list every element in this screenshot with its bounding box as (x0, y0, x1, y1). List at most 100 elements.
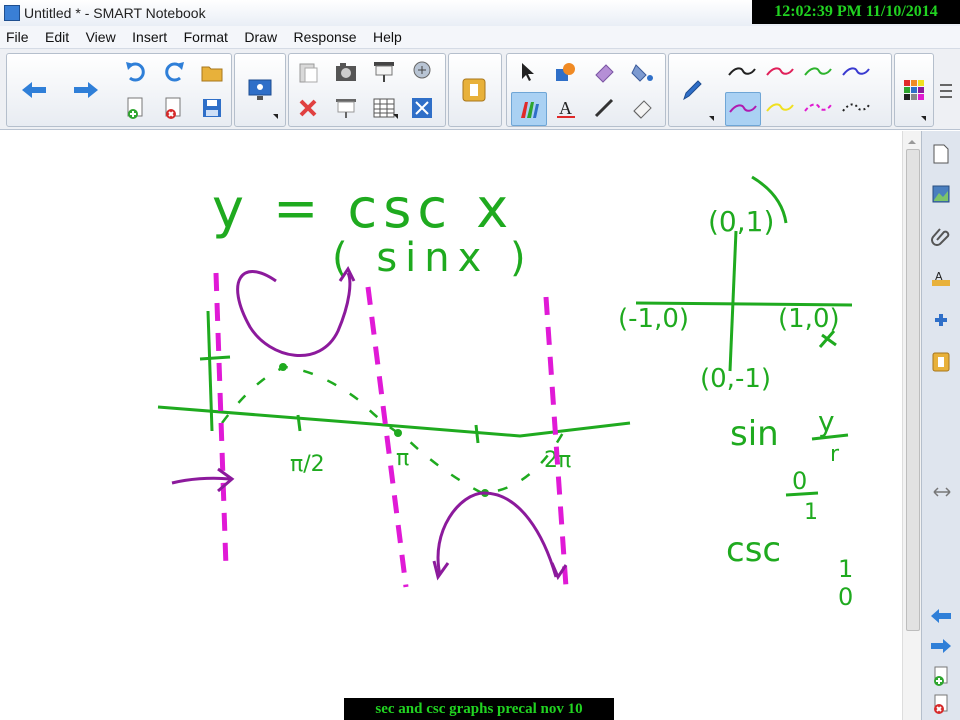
video-caption: sec and csc graphs precal nov 10 (344, 698, 614, 720)
label-pi-half: π/2 (290, 452, 325, 477)
whiteboard-canvas[interactable]: y = csc x ( sinx ) π/2 π 2π (0,1) (-1,0)… (0, 131, 902, 720)
open-folder-icon[interactable] (195, 56, 229, 88)
eraser-icon[interactable] (625, 92, 659, 124)
delete-page-icon[interactable] (157, 92, 191, 124)
label-pi: π (396, 446, 409, 471)
forward-arrow-icon[interactable] (69, 74, 103, 106)
toolbar-group-pens (668, 53, 892, 127)
toolbar-group-navigation (6, 53, 232, 127)
fill-icon[interactable] (625, 56, 659, 88)
equation-paren: ( sinx ) (332, 235, 534, 281)
window-title: Untitled * - SMART Notebook (24, 5, 206, 21)
ink-layer: y = csc x ( sinx ) π/2 π 2π (0,1) (-1,0)… (157, 175, 853, 611)
eraser-tool-icon[interactable] (587, 56, 621, 88)
properties-icon[interactable]: A (926, 263, 956, 293)
addons-icon[interactable] (926, 305, 956, 335)
dropdown-arrow-icon[interactable] (709, 116, 714, 121)
sin-frac-num: y (818, 405, 835, 438)
pen-stroke-yellow-icon[interactable] (763, 92, 797, 124)
vertical-scrollbar[interactable] (902, 131, 921, 720)
pen-stroke-purple-icon[interactable] (725, 92, 761, 126)
menu-view[interactable]: View (80, 26, 122, 45)
asymptote-lines (213, 272, 569, 588)
menu-draw[interactable]: Draw (238, 26, 283, 45)
sin-frac-den: r (830, 442, 840, 467)
point-top: (0,1) (708, 205, 774, 238)
gallery-icon[interactable] (926, 179, 956, 209)
prev-page-icon[interactable] (926, 601, 956, 631)
line-icon[interactable] (587, 92, 621, 124)
pen-stroke-green-icon[interactable] (801, 56, 835, 88)
sin-label: sin (730, 414, 779, 454)
attachments-icon[interactable] (926, 221, 956, 251)
equation-main: y = csc x (212, 177, 514, 240)
add-page-icon[interactable] (119, 92, 153, 124)
resize-handle-icon[interactable] (932, 485, 952, 499)
pen-stroke-black-icon[interactable] (725, 56, 759, 88)
table-icon[interactable] (367, 92, 401, 124)
screen-shade-icon[interactable] (367, 56, 401, 88)
point-left: (-1,0) (618, 304, 689, 334)
pen-stroke-magenta-dashed-icon[interactable] (801, 92, 835, 124)
toolbar-overflow-icon[interactable] (936, 79, 956, 103)
next-page-icon[interactable] (926, 631, 956, 661)
response-icon[interactable] (926, 347, 956, 377)
unit-circle-horizontal-axis (635, 301, 853, 307)
page-sorter-icon[interactable] (926, 139, 956, 169)
toolbar-group-tools: A (506, 53, 666, 127)
toolbar-group-edit (288, 53, 446, 127)
sin-val-den: 1 (804, 500, 818, 525)
search-icon[interactable] (405, 56, 439, 88)
menu-response[interactable]: Response (288, 26, 363, 45)
point-right: (1,0) (778, 304, 840, 334)
magic-pen-icon[interactable] (511, 92, 547, 126)
menu-bar: File Edit View Insert Format Draw Respon… (0, 26, 960, 49)
redo-icon[interactable] (157, 56, 191, 88)
dropdown-arrow-icon[interactable] (393, 114, 398, 119)
pen-icon[interactable] (675, 74, 709, 106)
text-icon[interactable]: A (549, 92, 583, 124)
toolbar-group-share (234, 53, 286, 127)
menu-help[interactable]: Help (367, 26, 408, 45)
scroll-up-icon[interactable] (903, 135, 921, 149)
delete-page-icon[interactable] (926, 689, 956, 719)
toolbar-group-palette (894, 53, 934, 127)
toolbar-group-camera (448, 53, 502, 127)
side-tabs: A (921, 131, 960, 720)
menu-file[interactable]: File (0, 26, 35, 45)
document-camera-icon[interactable] (457, 74, 491, 106)
back-arrow-icon[interactable] (17, 74, 51, 106)
toolbar: A (0, 49, 960, 130)
paste-icon[interactable] (291, 56, 325, 88)
dropdown-arrow-icon[interactable] (273, 114, 278, 119)
select-icon[interactable] (511, 56, 545, 88)
presentation-icon[interactable] (329, 92, 363, 124)
svg-text:A: A (935, 270, 943, 283)
shapes-icon[interactable] (549, 56, 583, 88)
add-page-icon[interactable] (926, 661, 956, 691)
dropdown-arrow-icon[interactable] (921, 116, 926, 121)
unit-circle-vertical-axis (728, 230, 738, 372)
svg-text:A: A (559, 98, 572, 118)
csc-label: csc (726, 530, 781, 570)
undo-icon[interactable] (119, 56, 153, 88)
pen-stroke-black-dashed-icon[interactable] (839, 92, 873, 124)
save-icon[interactable] (195, 92, 229, 124)
delete-icon[interactable] (291, 92, 325, 124)
menu-insert[interactable]: Insert (126, 26, 173, 45)
point-bottom: (0,-1) (700, 364, 771, 394)
color-palette-icon[interactable] (897, 74, 931, 106)
scrollbar-thumb[interactable] (906, 149, 920, 631)
pen-stroke-red-icon[interactable] (763, 56, 797, 88)
pen-stroke-blue-icon[interactable] (839, 56, 873, 88)
menu-format[interactable]: Format (178, 26, 234, 45)
menu-edit[interactable]: Edit (39, 26, 75, 45)
clock-overlay: 12:02:39 PM 11/10/2014 (752, 0, 960, 24)
screen-share-icon[interactable] (243, 74, 277, 106)
app-icon (4, 5, 20, 21)
screen-capture-icon[interactable] (329, 56, 363, 88)
csc-val-num: 1 (838, 555, 853, 583)
sin-val-num: 0 (792, 467, 807, 495)
full-screen-icon[interactable] (405, 92, 439, 124)
y-axis (206, 310, 214, 432)
